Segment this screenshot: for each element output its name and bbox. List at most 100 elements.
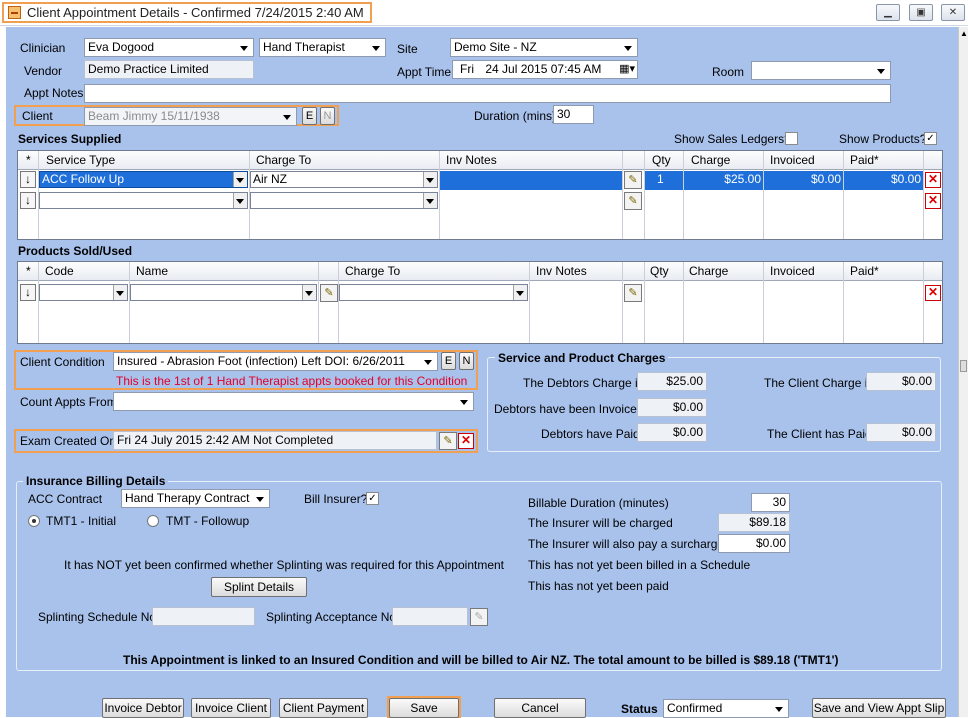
qty-cell[interactable]: 1 bbox=[645, 171, 683, 190]
edit-notes-icon[interactable]: ✎ bbox=[624, 192, 642, 210]
client-charge-value: $0.00 bbox=[866, 372, 936, 391]
bill-insurer-checkbox[interactable]: ✓ bbox=[366, 492, 379, 505]
tmt1-label: TMT1 - Initial bbox=[46, 514, 117, 528]
client-label: Client bbox=[22, 109, 53, 123]
table-row[interactable]: ↓ ✎ ✕ bbox=[18, 191, 942, 211]
services-grid-header: * Service Type Charge To Inv Notes Qty C… bbox=[18, 151, 942, 170]
services-header-charge: Charge bbox=[691, 153, 731, 167]
edit-notes-icon[interactable]: ✎ bbox=[624, 284, 642, 302]
debtors-invoiced-value: $0.00 bbox=[637, 398, 707, 417]
services-header-inv-notes: Inv Notes bbox=[446, 153, 497, 167]
count-appts-select[interactable] bbox=[113, 392, 474, 411]
tmt-followup-radio[interactable] bbox=[147, 515, 159, 527]
charge-to-combo[interactable] bbox=[250, 192, 438, 209]
acc-contract-select[interactable]: Hand Therapy Contract bbox=[121, 489, 270, 508]
product-charge-to-combo[interactable] bbox=[339, 284, 528, 301]
clinician-select[interactable]: Eva Dogood bbox=[84, 38, 254, 57]
surcharge-label: The Insurer will also pay a surcharge of bbox=[528, 537, 738, 551]
splinting-schedule-field bbox=[152, 607, 255, 626]
duration-label: Duration (mins) bbox=[474, 109, 557, 123]
room-select[interactable] bbox=[751, 61, 891, 80]
products-header-paid: Paid* bbox=[850, 264, 879, 278]
client-edit-button[interactable]: E bbox=[302, 107, 317, 125]
show-sales-checkbox[interactable] bbox=[785, 132, 798, 145]
exam-field: Fri 24 July 2015 2:42 AM Not Completed bbox=[113, 431, 437, 450]
debtors-paid-label: Debtors have Paid bbox=[541, 427, 640, 441]
debtors-paid-value: $0.00 bbox=[637, 423, 707, 442]
room-label: Room bbox=[712, 65, 745, 79]
vendor-field: Demo Practice Limited bbox=[84, 60, 254, 79]
scroll-thumb[interactable] bbox=[960, 360, 967, 372]
delete-row-icon[interactable]: ✕ bbox=[925, 193, 941, 209]
edit-notes-icon[interactable]: ✎ bbox=[624, 171, 642, 189]
billing-summary: This Appointment is linked to an Insured… bbox=[123, 653, 839, 667]
edit-product-icon[interactable]: ✎ bbox=[320, 284, 338, 302]
appt-time-picker[interactable]: Fri 24 Jul 2015 07:45 AM ▦▾ bbox=[452, 60, 638, 79]
show-products-checkbox[interactable]: ✓ bbox=[924, 132, 937, 145]
close-button[interactable]: ✕ bbox=[941, 4, 965, 21]
client-select[interactable]: Beam Jimmy 15/11/1938 bbox=[84, 107, 297, 126]
inv-notes-cell[interactable] bbox=[440, 171, 622, 190]
client-payment-button[interactable]: Client Payment bbox=[279, 698, 368, 718]
services-grid: * Service Type Charge To Inv Notes Qty C… bbox=[17, 150, 943, 240]
service-type-combo[interactable] bbox=[39, 192, 248, 209]
charge-to-combo[interactable]: Air NZ bbox=[250, 171, 438, 188]
window-title-box: Client Appointment Details - Confirmed 7… bbox=[2, 2, 372, 23]
vertical-scrollbar[interactable]: ▲ bbox=[958, 27, 968, 717]
show-sales-label: Show Sales Ledgers? bbox=[674, 132, 791, 146]
edit-exam-icon[interactable]: ✎ bbox=[439, 432, 457, 450]
appt-notes-input[interactable] bbox=[84, 84, 891, 103]
products-grid: * Code Name Charge To Inv Notes Qty Char… bbox=[17, 261, 943, 344]
cancel-button[interactable]: Cancel bbox=[494, 698, 586, 718]
splint-details-button[interactable]: Splint Details bbox=[211, 577, 307, 597]
products-header-inv-notes: Inv Notes bbox=[536, 264, 587, 278]
product-code-combo[interactable] bbox=[39, 284, 128, 301]
condition-edit-button[interactable]: E bbox=[441, 352, 456, 370]
exam-label: Exam Created On bbox=[20, 434, 117, 448]
save-view-slip-button[interactable]: Save and View Appt Slip bbox=[812, 698, 946, 718]
services-header-invoiced: Invoiced bbox=[770, 153, 815, 167]
invoice-client-button[interactable]: Invoice Client bbox=[191, 698, 271, 718]
condition-select[interactable]: Insured - Abrasion Foot (infection) Left… bbox=[113, 352, 438, 371]
status-label: Status bbox=[621, 702, 658, 716]
invoice-debtor-button[interactable]: Invoice Debtor bbox=[102, 698, 184, 718]
appt-notes-label: Appt Notes bbox=[24, 86, 84, 100]
paid-status: This has not yet been paid bbox=[528, 579, 669, 593]
condition-label: Client Condition bbox=[20, 355, 105, 369]
app-icon bbox=[8, 6, 21, 19]
row-move-icon[interactable]: ↓ bbox=[20, 171, 36, 188]
service-type-combo[interactable]: ACC Follow Up bbox=[39, 171, 248, 188]
clinician-label: Clinician bbox=[20, 41, 66, 55]
restore-button[interactable]: ▣ bbox=[909, 4, 933, 21]
minimize-button[interactable]: ▁ bbox=[876, 4, 900, 21]
duration-input[interactable]: 30 bbox=[553, 105, 594, 124]
row-move-icon[interactable]: ↓ bbox=[20, 192, 36, 209]
insurer-charged-value: $89.18 bbox=[718, 513, 790, 532]
surcharge-input[interactable]: $0.00 bbox=[718, 534, 790, 553]
save-button[interactable]: Save bbox=[389, 698, 459, 718]
table-row[interactable]: ↓ ACC Follow Up Air NZ ✎ 1 $25.00 $0.00 … bbox=[18, 170, 942, 190]
condition-note: This is the 1st of 1 Hand Therapist appt… bbox=[116, 374, 468, 388]
row-move-icon[interactable]: ↓ bbox=[20, 284, 36, 301]
charge-cell[interactable]: $25.00 bbox=[684, 171, 763, 190]
site-select[interactable]: Demo Site - NZ bbox=[450, 38, 638, 57]
billable-duration-input[interactable]: 30 bbox=[751, 493, 790, 512]
condition-new-button[interactable]: N bbox=[459, 352, 474, 370]
appt-time-value: 24 Jul 2015 07:45 AM bbox=[485, 62, 602, 76]
status-select[interactable]: Confirmed bbox=[663, 699, 789, 718]
product-name-combo[interactable] bbox=[130, 284, 317, 301]
calendar-icon[interactable]: ▦▾ bbox=[619, 62, 635, 77]
title-bar: Client Appointment Details - Confirmed 7… bbox=[0, 0, 968, 26]
edit-acceptance-icon[interactable]: ✎ bbox=[470, 608, 488, 626]
delete-row-icon[interactable]: ✕ bbox=[925, 285, 941, 301]
products-title: Products Sold/Used bbox=[18, 244, 133, 258]
client-new-button[interactable]: N bbox=[320, 107, 335, 125]
invoiced-cell: $0.00 bbox=[764, 171, 843, 190]
products-header-charge: Charge bbox=[689, 264, 729, 278]
table-row[interactable]: ↓ ✎ ✎ ✕ bbox=[18, 283, 942, 303]
delete-exam-icon[interactable]: ✕ bbox=[458, 433, 474, 449]
tmt1-radio[interactable] bbox=[28, 515, 40, 527]
delete-row-icon[interactable]: ✕ bbox=[925, 172, 941, 188]
schedule-status: This has not yet been billed in a Schedu… bbox=[528, 558, 751, 572]
role-select[interactable]: Hand Therapist bbox=[259, 38, 386, 57]
